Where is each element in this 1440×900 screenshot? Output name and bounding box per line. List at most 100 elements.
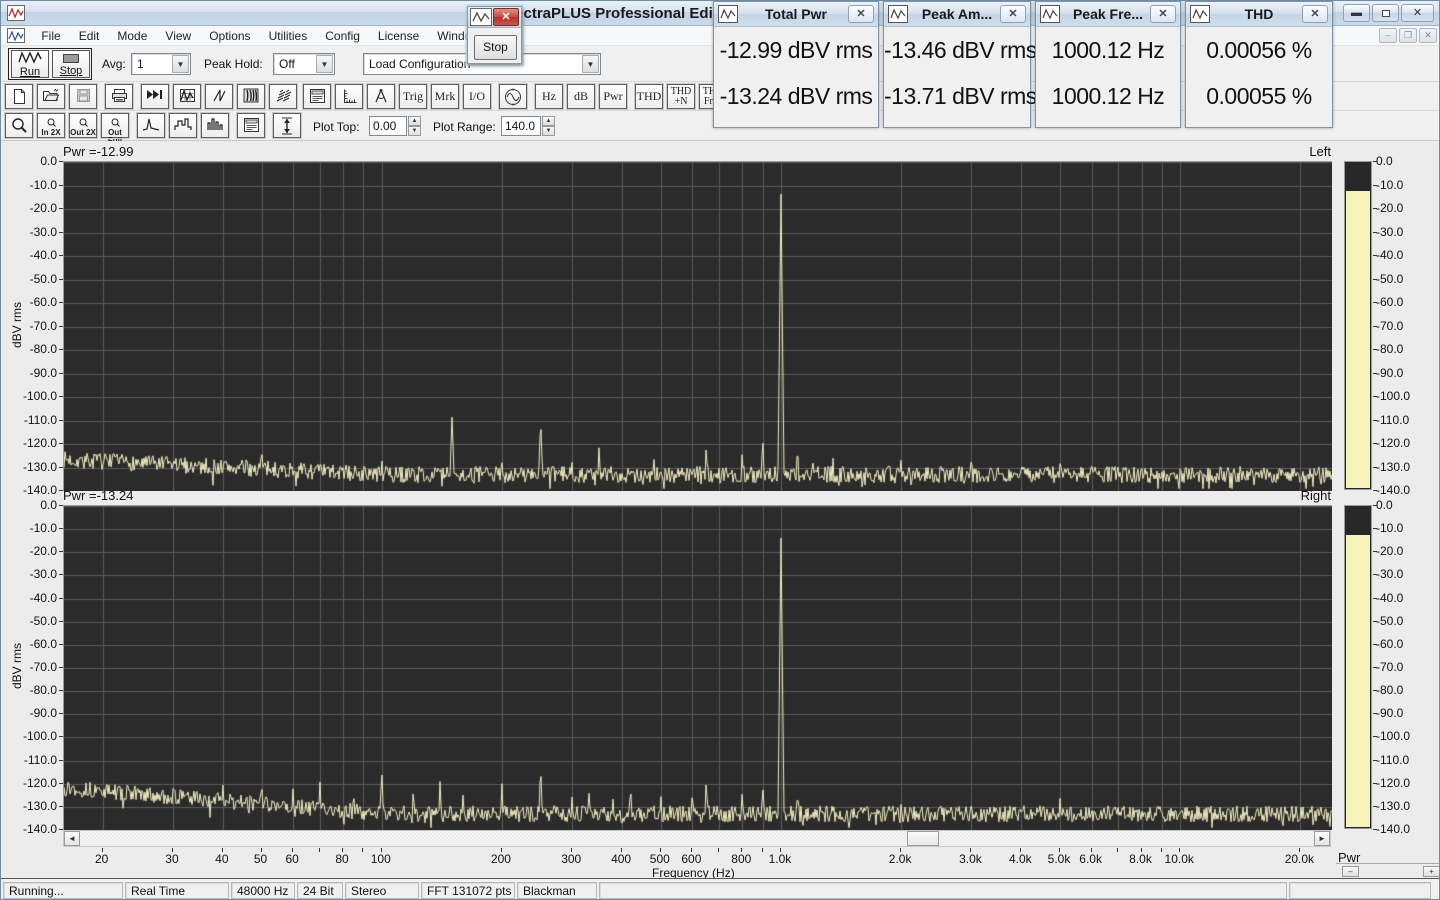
thd-button[interactable]: THD (635, 84, 663, 109)
meter-scale-label: 0.0 (1376, 154, 1393, 168)
peak-hold-label: Peak Hold: (204, 57, 263, 71)
chevron-down-icon[interactable]: ▼ (172, 55, 189, 73)
mdi-restore-button[interactable]: ❐ (1399, 28, 1417, 43)
close-icon[interactable]: ✕ (1150, 5, 1176, 23)
surface-view-button[interactable] (269, 84, 297, 109)
menu-item-license[interactable]: License (369, 26, 428, 46)
save-button[interactable] (69, 84, 97, 109)
menu-item-file[interactable]: File (32, 26, 69, 46)
close-icon[interactable]: ✕ (1302, 5, 1328, 23)
meas-panel-titlebar[interactable]: Peak Fre...✕ (1036, 2, 1180, 27)
scrollbar-thumb[interactable] (907, 831, 939, 846)
document-icon (7, 28, 25, 43)
magnifier-icon (111, 118, 120, 127)
stop-dialog-stop-button[interactable]: Stop (474, 35, 517, 60)
trigger-button[interactable]: Trig (399, 84, 427, 109)
step-plot-style-button[interactable] (169, 113, 197, 138)
close-button[interactable]: ✕ (1401, 4, 1434, 22)
scale-settings-button[interactable] (335, 84, 363, 109)
open-file-button[interactable] (37, 84, 65, 109)
time-series-view-button[interactable] (141, 84, 169, 109)
meas-panel-titlebar[interactable]: THD✕ (1186, 2, 1332, 27)
meter-tick (1373, 760, 1377, 761)
minimize-button[interactable]: ▬ (1343, 4, 1370, 22)
meas-panel-value: -13.71 dBV rms (884, 73, 1030, 119)
y-tick (59, 396, 63, 397)
meter-tick (1373, 551, 1377, 552)
db-units-button[interactable]: dB (567, 84, 595, 109)
menu-item-utilities[interactable]: Utilities (260, 26, 317, 46)
hz-units-button[interactable]: Hz (535, 84, 563, 109)
surface-3d-icon (275, 88, 292, 103)
mdi-close-button[interactable]: ✕ (1419, 28, 1437, 43)
plot-top-input[interactable]: 0.00 (369, 116, 407, 136)
peak-hold-combo[interactable]: Off▼ (273, 53, 335, 75)
control-panel-button[interactable] (303, 84, 331, 109)
marker-button[interactable]: Mrk (431, 84, 459, 109)
y-axis-label: -100.0 (1, 729, 57, 743)
app-window: SpectraPLUS Professional Edition ▬ ✕ Fil… (0, 0, 1440, 900)
peak-line-icon (142, 117, 160, 132)
y-tick (59, 667, 63, 668)
y-tick (59, 621, 63, 622)
signal-generator-button[interactable] (499, 84, 527, 109)
close-icon[interactable]: ✕ (1000, 5, 1026, 23)
expand-button[interactable]: + (1423, 866, 1440, 877)
menu-item-config[interactable]: Config (316, 26, 369, 46)
zoom-full-button[interactable]: Out Full (101, 113, 129, 138)
chevron-down-icon[interactable]: ▼ (316, 55, 333, 73)
plot-canvas-right[interactable] (63, 505, 1332, 830)
bar-plot-style-button[interactable] (201, 113, 229, 138)
meter-tick (1373, 232, 1377, 233)
x-axis-label: 2.0k (875, 852, 925, 866)
meter-tick (1373, 644, 1377, 645)
plot-top-spinner[interactable]: ▲▼ (408, 116, 421, 136)
menu-item-options[interactable]: Options (200, 26, 259, 46)
zoom-out-2x-button[interactable]: Out 2X (69, 113, 97, 138)
menu-item-edit[interactable]: Edit (70, 26, 109, 46)
meter-scale-label: -120.0 (1376, 776, 1410, 790)
meter-scale-label: -140.0 (1376, 822, 1410, 836)
plot-canvas-left[interactable] (63, 161, 1332, 491)
phase-view-button[interactable] (205, 84, 233, 109)
line-plot-style-button[interactable] (137, 113, 165, 138)
meter-scale-label: -30.0 (1376, 225, 1403, 239)
scroll-left-arrow[interactable]: ◄ (64, 831, 80, 846)
menu-item-view[interactable]: View (156, 26, 200, 46)
plot-range-spinner[interactable]: ▲▼ (542, 116, 555, 136)
avg-combo[interactable]: 1▼ (131, 53, 191, 75)
plot-range-input[interactable]: 140.0 (501, 116, 541, 136)
zoom-in-2x-button[interactable]: In 2X (37, 113, 65, 138)
zoom-button[interactable] (5, 113, 33, 138)
pwr-units-button[interactable]: Pwr (599, 84, 627, 109)
horizontal-scrollbar[interactable]: ◄► (63, 830, 1331, 847)
restore-button[interactable] (1372, 4, 1399, 22)
meas-panel-titlebar[interactable]: Total Pwr✕ (714, 2, 878, 27)
new-file-button[interactable] (5, 84, 33, 109)
spectrogram-view-button[interactable] (237, 84, 265, 109)
display-options-button[interactable] (237, 113, 265, 138)
stop-dialog-titlebar[interactable]: ✕ (468, 7, 521, 28)
run-button[interactable]: Run (11, 50, 49, 78)
stop-button[interactable]: Stop (52, 50, 90, 78)
grid-waveform-icon (179, 88, 196, 103)
meter-scale-label: -30.0 (1376, 567, 1403, 581)
collapse-button[interactable]: – (1342, 866, 1359, 877)
io-button[interactable]: I/O (463, 84, 491, 109)
menu-item-mode[interactable]: Mode (108, 26, 156, 46)
mdi-minimize-button[interactable]: – (1379, 28, 1397, 43)
close-icon[interactable]: ✕ (848, 5, 874, 23)
scroll-right-arrow[interactable]: ► (1314, 831, 1330, 846)
meas-panel-value: -12.99 dBV rms (714, 27, 878, 73)
spectrum-view-button[interactable] (173, 84, 201, 109)
magnifier-icon (79, 118, 88, 127)
meas-panel-titlebar[interactable]: Peak Am...✕ (884, 2, 1030, 27)
chevron-down-icon[interactable]: ▼ (582, 55, 599, 73)
autoscale-button[interactable] (273, 113, 301, 138)
print-button[interactable] (105, 84, 133, 109)
calibration-button[interactable] (367, 84, 395, 109)
stop-dialog-close-button[interactable]: ✕ (493, 8, 519, 26)
thd-n-button[interactable]: THD+N (667, 84, 695, 109)
y-axis-label: -110.0 (1, 753, 57, 767)
y-axis-label: -60.0 (1, 637, 57, 651)
